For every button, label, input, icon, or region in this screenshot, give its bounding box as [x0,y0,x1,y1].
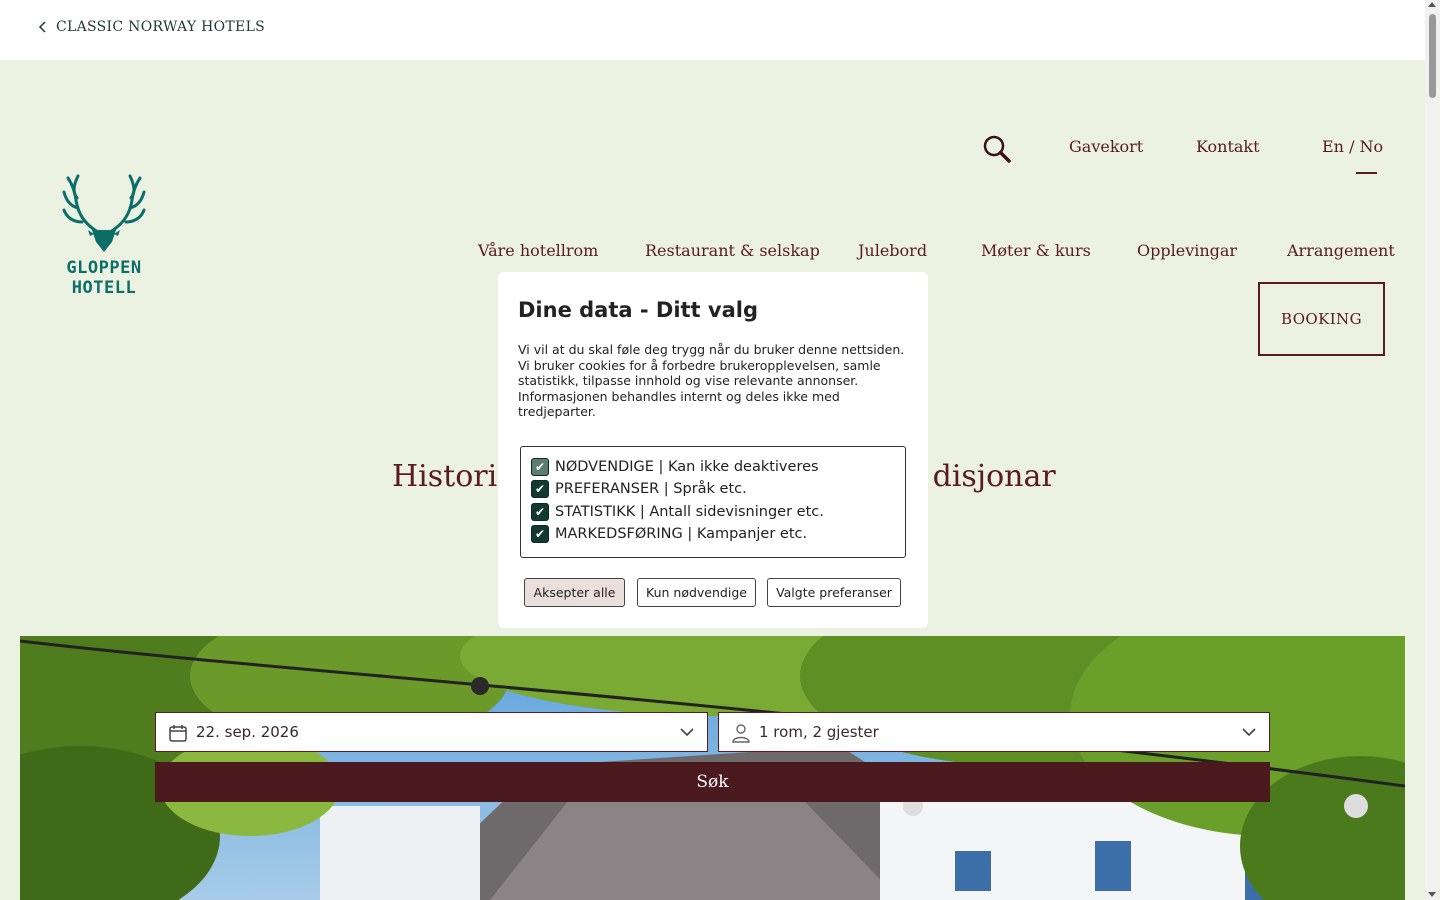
page-scrollbar[interactable] [1425,0,1440,900]
top-bar: CLASSIC NORWAY HOTELS [0,0,1425,60]
chevron-left-icon [38,21,46,33]
gift-card-link[interactable]: Gavekort [1069,137,1143,167]
back-link-label: CLASSIC NORWAY HOTELS [56,19,266,35]
nav-meetings[interactable]: Møter & kurs [981,241,1091,260]
logo-text: GLOPPEN HOTELL [66,258,142,298]
checkbox-necessary: ✔ [531,458,549,476]
headline-right: disjonar [932,459,1056,494]
date-picker[interactable]: 22. sep. 2026 [155,712,708,752]
cookie-dialog-intro: Vi vil at du skal føle deg trygg når du … [518,342,905,419]
cookie-option-label: MARKEDSFØRING | Kampanjer etc. [555,526,808,542]
date-value: 22. sep. 2026 [196,723,299,741]
selected-preferences-button[interactable]: Valgte preferanser [767,578,901,607]
cookie-option-preferences[interactable]: ✔ PREFERANSER | Språk etc. [531,480,747,498]
chevron-down-icon [1242,728,1256,737]
headline-left: Historis [392,459,513,494]
cookie-consent-dialog: Dine data - Ditt valg Vi vil at du skal … [498,272,928,628]
cookie-option-marketing[interactable]: ✔ MARKEDSFØRING | Kampanjer etc. [531,525,807,543]
guests-value: 1 rom, 2 gjester [759,723,879,741]
active-language-indicator [1356,172,1377,174]
nav-experiences[interactable]: Opplevingar [1137,241,1237,260]
cookie-option-statistics[interactable]: ✔ STATISTIKK | Antall sidevisninger etc. [531,503,824,521]
scroll-down-icon[interactable] [1428,892,1436,897]
search-submit-button[interactable]: Søk [155,762,1270,802]
search-icon [983,135,1011,163]
necessary-only-button[interactable]: Kun nødvendige [637,578,756,607]
contact-link[interactable]: Kontakt [1196,137,1260,167]
nav-events[interactable]: Arrangement [1287,241,1395,260]
checkbox-statistics[interactable]: ✔ [531,503,549,521]
checkbox-marketing[interactable]: ✔ [531,525,549,543]
nav-restaurant[interactable]: Restaurant & selskap [645,241,820,260]
back-to-classic-norway-link[interactable]: CLASSIC NORWAY HOTELS [38,19,265,35]
nav-christmas-party[interactable]: Julebord [858,241,927,260]
hotel-logo[interactable]: GLOPPEN HOTELL [38,170,170,298]
cookie-option-label: STATISTIKK | Antall sidevisninger etc. [555,504,824,520]
checkbox-preferences[interactable]: ✔ [531,480,549,498]
accept-all-button[interactable]: Aksepter alle [524,578,625,607]
cookie-option-label: PREFERANSER | Språk etc. [555,481,747,497]
guests-picker[interactable]: 1 rom, 2 gjester [718,712,1270,752]
chevron-down-icon [680,728,694,737]
nav-hotel-rooms[interactable]: Våre hotellrom [478,241,598,260]
cookie-option-label: NØDVENDIGE | Kan ikke deaktiveres [555,459,819,475]
scroll-up-icon[interactable] [1428,2,1436,7]
scrollbar-thumb[interactable] [1429,14,1436,98]
cookie-options-box: ✔ NØDVENDIGE | Kan ikke deaktiveres ✔ PR… [520,446,906,558]
cookie-dialog-title: Dine data - Ditt valg [518,298,758,322]
cookie-option-necessary: ✔ NØDVENDIGE | Kan ikke deaktiveres [531,458,819,476]
language-switcher[interactable]: En / No [1322,137,1383,167]
deer-antler-logo-icon [62,174,146,252]
person-icon [732,724,750,743]
search-button[interactable] [982,134,1012,164]
booking-button[interactable]: BOOKING [1258,282,1385,356]
calendar-icon [169,725,187,742]
